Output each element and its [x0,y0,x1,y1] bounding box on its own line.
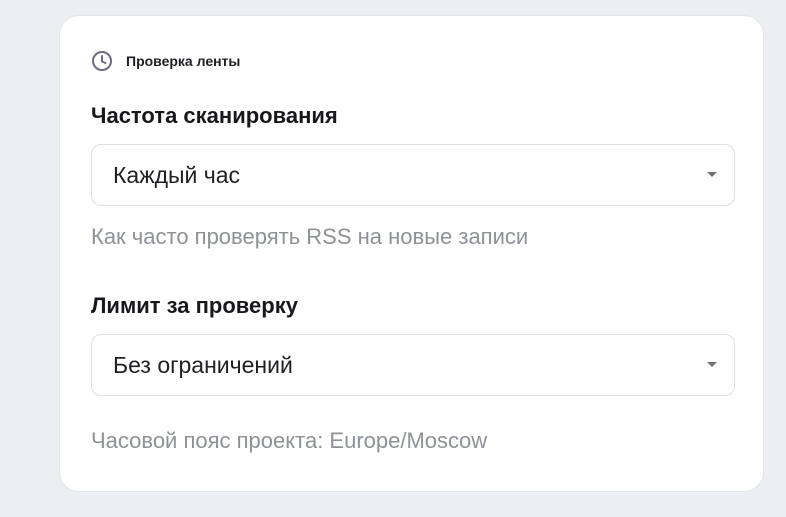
card-header: Проверка ленты [91,50,240,72]
feed-check-card: Проверка ленты Частота сканирования Кажд… [59,15,764,492]
limit-select[interactable]: Без ограничений [91,334,735,396]
card-title: Проверка ленты [126,53,241,69]
clock-icon [91,50,113,72]
frequency-select-value: Каждый час [113,161,241,188]
limit-label: Лимит за проверку [91,293,298,318]
chevron-down-icon [707,172,717,177]
frequency-hint: Как часто проверять RSS на новые записи [91,224,529,249]
timezone-note: Часовой пояс проекта: Europe/Moscow [91,428,488,453]
frequency-label: Частота сканирования [91,103,338,128]
frequency-select[interactable]: Каждый час [91,144,735,206]
limit-select-value: Без ограничений [113,351,293,378]
chevron-down-icon [707,362,717,367]
